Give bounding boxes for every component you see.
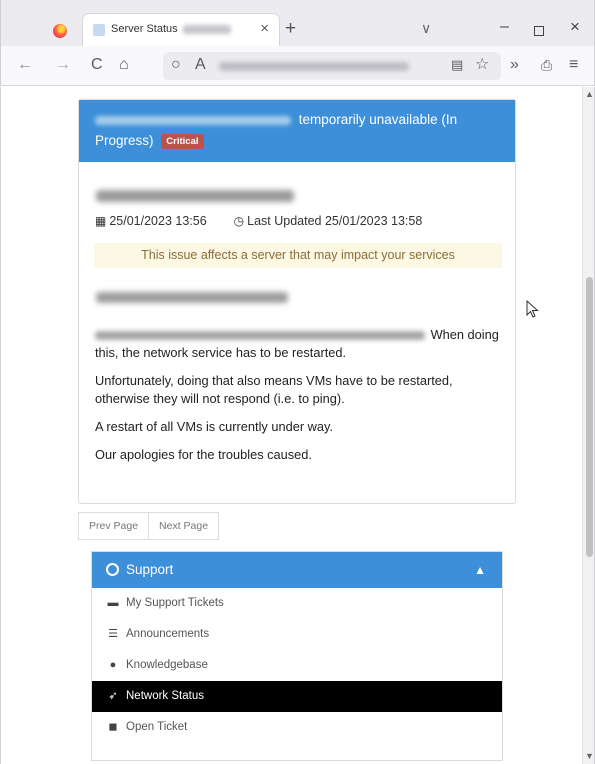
extensions-icon[interactable]: ⎙ — [541, 56, 552, 74]
paragraph-3: A restart of all VMs is currently under … — [95, 419, 334, 434]
globe-icon — [106, 563, 119, 576]
comments-icon: ◼ — [108, 721, 118, 733]
page-scrollbar[interactable]: ▲ ▼ — [582, 87, 595, 764]
incident-subtitle-redacted — [96, 190, 294, 202]
date-created: 25/01/2023 13:56 — [109, 214, 207, 228]
sidebar-item-announcements[interactable]: ☰ Announcements — [92, 619, 502, 650]
maximize-button[interactable] — [534, 26, 544, 36]
support-panel-header[interactable]: Support ▲ — [92, 552, 502, 588]
scroll-thumb[interactable] — [586, 277, 593, 557]
sidebar-item-my-support-tickets[interactable]: ▬ My Support Tickets — [92, 588, 502, 619]
overflow-icon[interactable]: » — [510, 56, 519, 74]
url-redacted — [219, 62, 409, 71]
calendar-icon: ▦ — [95, 214, 107, 228]
bookmark-star-icon[interactable]: ☆ — [475, 56, 489, 74]
list-icon: ☰ — [108, 628, 118, 640]
reader-view-icon[interactable]: ▤ — [451, 56, 463, 74]
info-icon: ● — [109, 659, 117, 671]
incident-dates: ▦ 25/01/2023 13:56 ◷ Last Updated 25/01/20… — [95, 214, 422, 228]
incident-title-redacted — [95, 115, 291, 125]
sidebar-item-open-ticket[interactable]: ◼ Open Ticket — [92, 712, 502, 743]
last-updated-label: Last Updated — [247, 214, 322, 228]
clock-icon: ◷ — [233, 214, 245, 228]
chevron-up-icon[interactable]: ▲ — [474, 552, 486, 588]
paragraph-2: Unfortunately, doing that also means VMs… — [95, 373, 453, 406]
tab-favicon-icon — [93, 24, 105, 36]
support-panel: Support ▲ ▬ My Support Tickets ☰ Announcem… — [91, 551, 503, 761]
incident-description: When doing this, the network service has… — [95, 326, 505, 474]
reload-button[interactable]: C — [91, 56, 103, 74]
scroll-down-icon[interactable]: ▼ — [585, 751, 594, 761]
app-menu-icon[interactable]: ≡ — [569, 56, 578, 74]
back-button[interactable]: ← — [17, 56, 33, 74]
tab-title: Server Status — [111, 23, 178, 35]
sidebar-item-knowledgebase[interactable]: ● Knowledgebase — [92, 650, 502, 681]
navigation-toolbar: ← → C ⌂ ○ A ▤ ☆ » ⎙ ≡ — [0, 46, 595, 86]
impact-notice: This issue affects a server that may imp… — [94, 243, 502, 268]
support-title: Support — [126, 562, 174, 577]
sidebar-item-network-status[interactable]: ➶ Network Status — [92, 681, 502, 712]
rocket-icon: ➶ — [108, 690, 118, 702]
tab-server-status[interactable]: Server Status × — [83, 14, 279, 46]
next-page-button[interactable]: Next Page — [148, 513, 218, 539]
paragraph-1: When doing this, the network service has… — [95, 327, 499, 360]
address-bar[interactable]: ○ A ▤ ☆ — [163, 52, 501, 80]
incident-panel: temporarily unavailable (In Progress) Cr… — [78, 99, 516, 504]
incident-header: temporarily unavailable (In Progress) Cr… — [79, 100, 515, 162]
affected-server-redacted — [96, 292, 288, 303]
tab-strip: Server Status × + ∨ – × — [0, 0, 595, 46]
tab-close-icon[interactable]: × — [260, 20, 269, 37]
forward-button[interactable]: → — [55, 56, 71, 74]
ticket-icon: ▬ — [107, 597, 119, 609]
prev-page-button[interactable]: Prev Page — [79, 513, 148, 539]
list-all-tabs-button[interactable]: ∨ — [421, 20, 431, 37]
close-window-button[interactable]: × — [570, 17, 580, 37]
firefox-logo-icon[interactable] — [53, 24, 67, 38]
tracking-protection-icon[interactable]: ○ — [171, 56, 181, 74]
last-updated-date: 25/01/2023 13:58 — [324, 214, 423, 228]
home-button[interactable]: ⌂ — [119, 56, 129, 74]
lock-icon[interactable]: A — [195, 56, 206, 74]
minimize-button[interactable]: – — [500, 18, 509, 36]
pagination: Prev Page Next Page — [78, 512, 220, 540]
tab-title-redacted — [183, 25, 231, 34]
paragraph-1-redacted — [95, 331, 425, 341]
scroll-up-icon[interactable]: ▲ — [585, 89, 594, 99]
severity-badge: Critical — [161, 133, 204, 149]
new-tab-button[interactable]: + — [285, 18, 296, 40]
paragraph-4: Our apologies for the troubles caused. — [95, 447, 312, 462]
